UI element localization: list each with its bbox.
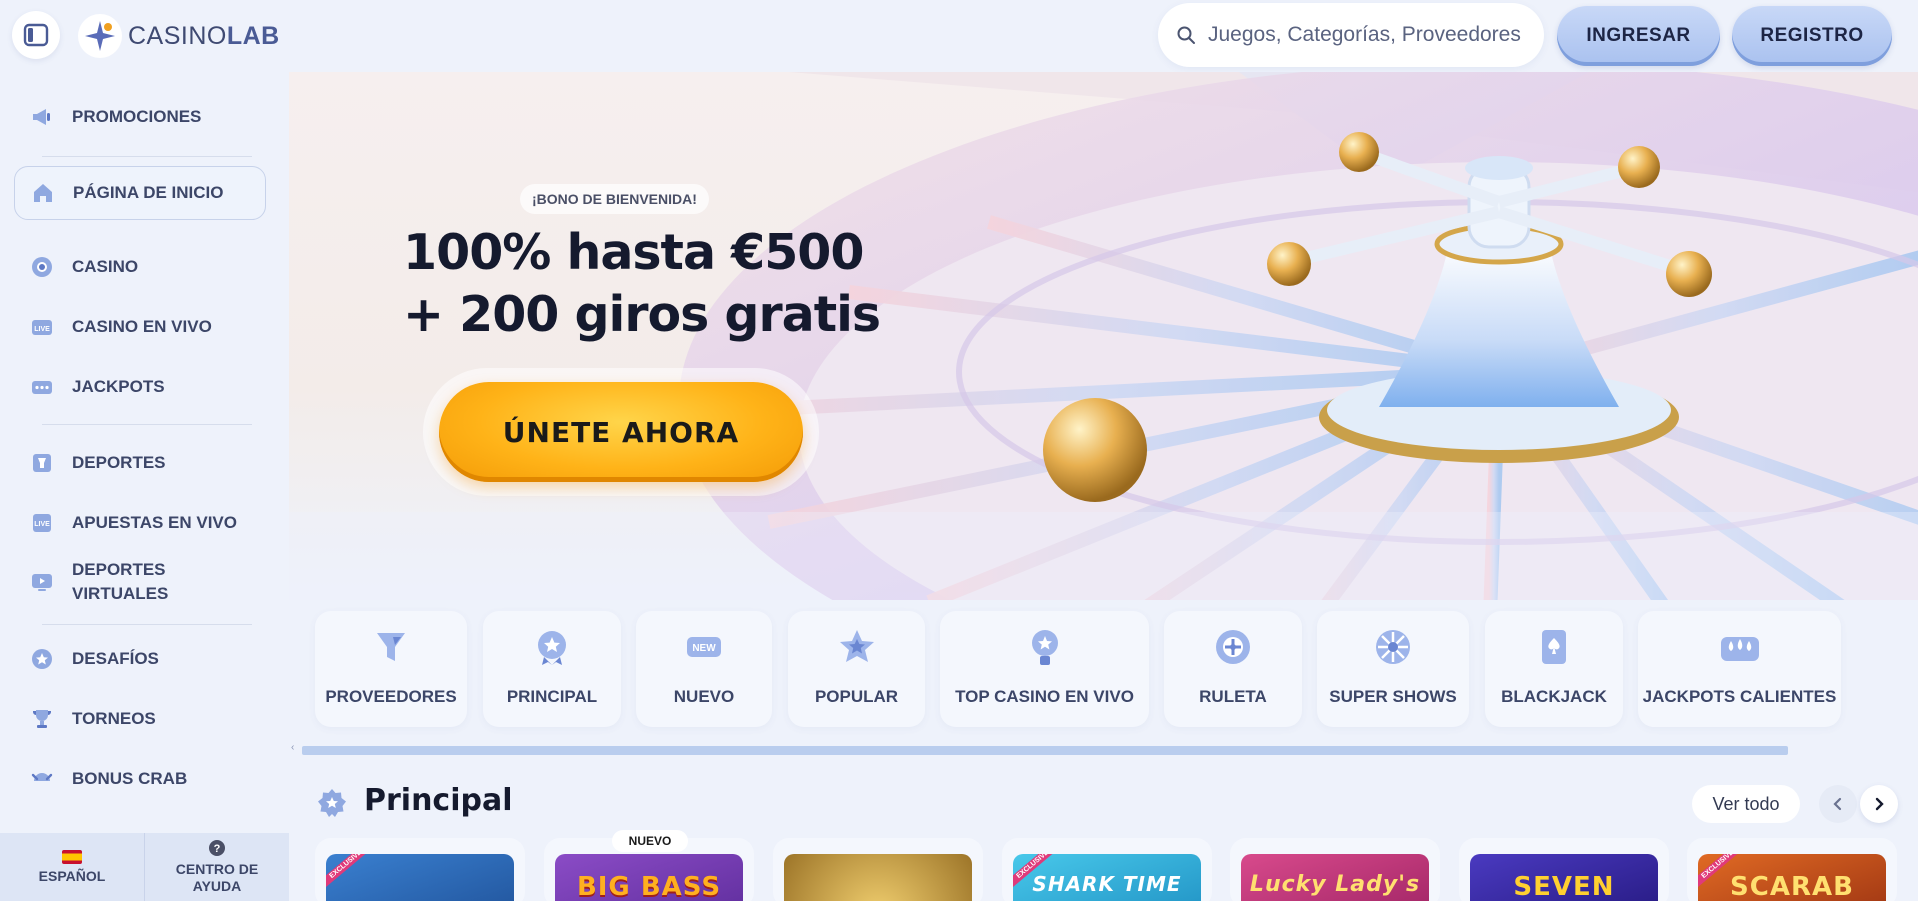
logo-text: CASINOLAB (128, 21, 280, 50)
welcome-bonus-badge: ¡BONO DE BIENVENIDA! (520, 184, 709, 214)
svg-text:?: ? (214, 843, 221, 855)
star-icon (835, 625, 879, 669)
live-bets-icon: LIVE (28, 509, 56, 537)
sidebar-item-desafios[interactable]: DESAFÍOS (14, 634, 266, 684)
category-proveedores[interactable]: PROVEEDORES (315, 611, 467, 727)
wheel-icon (1371, 625, 1415, 669)
category-scrollbar[interactable] (302, 746, 1788, 755)
search-box[interactable] (1158, 3, 1544, 67)
carousel-prev-button[interactable] (1819, 785, 1857, 823)
sidebar-divider (42, 624, 252, 625)
sidebar-item-casino-en-vivo[interactable]: LIVE CASINO EN VIVO (14, 302, 266, 352)
hero-title: 100% hasta €500 + 200 giros gratis (403, 224, 881, 343)
section-title: Principal (364, 783, 513, 818)
carousel-next-button[interactable] (1860, 785, 1898, 823)
help-icon: ? (209, 840, 225, 856)
game-thumbnail: Lucky Lady's (1241, 854, 1429, 901)
new-icon: NEW (682, 625, 726, 669)
funnel-icon (369, 625, 413, 669)
chip-icon (28, 253, 56, 281)
game-thumbnail: EXCLUSIVE SCARAB (1698, 854, 1886, 901)
live-icon: LIVE (28, 313, 56, 341)
sports-icon (28, 449, 56, 477)
sidebar-item-jackpots[interactable]: JACKPOTS (14, 362, 266, 412)
sidebar-footer: ESPAÑOL ? CENTRO DE AYUDA (0, 833, 289, 901)
sidebar-item-deportes-virtuales[interactable]: DEPORTES VIRTUALES (14, 554, 266, 610)
search-input[interactable] (1208, 23, 1538, 47)
game-card[interactable]: SEVEN (1459, 838, 1669, 901)
category-ruleta[interactable]: RULETA (1164, 611, 1302, 727)
category-top-casino-en-vivo[interactable]: TOP CASINO EN VIVO (940, 611, 1149, 727)
search-icon (1177, 26, 1195, 44)
game-card[interactable] (773, 838, 983, 901)
sidebar-toggle-icon (23, 23, 49, 47)
medal-icon (1023, 625, 1067, 669)
category-popular[interactable]: POPULAR (788, 611, 925, 727)
crab-icon (28, 765, 56, 793)
roulette-icon (1211, 625, 1255, 669)
sidebar: PROMOCIONES PÁGINA DE INICIO CASINO LIVE… (0, 72, 289, 901)
spain-flag-icon (62, 849, 82, 864)
game-card[interactable]: EXCLUSIVE SHARK TIME (1002, 838, 1212, 901)
trophy-icon (28, 705, 56, 733)
jackpot-icon (28, 373, 56, 401)
hero-banner: ¡BONO DE BIENVENIDA! 100% hasta €500 + 2… (289, 72, 1918, 600)
sidebar-divider (42, 424, 252, 425)
badge-star-icon (530, 625, 574, 669)
game-thumbnail: BIG BASS (555, 854, 743, 901)
game-thumbnail: SEVEN (1470, 854, 1658, 901)
sidebar-item-inicio[interactable]: PÁGINA DE INICIO (14, 166, 266, 220)
join-now-button[interactable]: ÚNETE AHORA (439, 382, 803, 482)
megaphone-icon (28, 103, 56, 131)
game-thumbnail (784, 854, 972, 901)
game-thumbnail: EXCLUSIVE (326, 854, 514, 901)
sidebar-toggle-button[interactable] (12, 11, 60, 59)
svg-text:LIVE: LIVE (34, 326, 50, 333)
scroll-left-indicator: ‹ (291, 742, 295, 753)
sidebar-item-apuestas-en-vivo[interactable]: LIVE APUESTAS EN VIVO (14, 498, 266, 548)
register-button[interactable]: REGISTRO (1732, 6, 1892, 66)
category-principal[interactable]: PRINCIPAL (483, 611, 621, 727)
exclusive-badge: EXCLUSIVE (326, 854, 375, 890)
card-icon (1532, 625, 1576, 669)
virtual-sports-icon (28, 568, 56, 596)
category-super-shows[interactable]: SUPER SHOWS (1317, 611, 1469, 727)
sidebar-item-deportes[interactable]: DEPORTES (14, 438, 266, 488)
game-card[interactable]: Lucky Lady's (1230, 838, 1440, 901)
new-badge: NUEVO (612, 830, 688, 852)
sidebar-item-promociones[interactable]: PROMOCIONES (14, 92, 266, 142)
sidebar-divider (42, 156, 252, 157)
home-icon (29, 179, 57, 207)
login-button[interactable]: INGRESAR (1557, 6, 1720, 66)
challenge-icon (28, 645, 56, 673)
view-all-button[interactable]: Ver todo (1692, 785, 1800, 823)
logo[interactable]: CASINOLAB (78, 14, 280, 58)
game-thumbnail: EXCLUSIVE SHARK TIME (1013, 854, 1201, 901)
sidebar-item-casino[interactable]: CASINO (14, 242, 266, 292)
header: CASINOLAB INGRESAR REGISTRO (0, 0, 1918, 72)
logo-star-icon (78, 14, 122, 58)
drops-icon (1718, 625, 1762, 669)
game-card[interactable]: EXCLUSIVE SCARAB (1687, 838, 1897, 901)
chevron-right-icon (1875, 797, 1884, 811)
game-card[interactable]: EXCLUSIVE (315, 838, 525, 901)
chevron-left-icon (1833, 797, 1842, 811)
category-blackjack[interactable]: BLACKJACK (1485, 611, 1623, 727)
sidebar-item-torneos[interactable]: TORNEOS (14, 694, 266, 744)
help-center-link[interactable]: ? CENTRO DE AYUDA (144, 833, 289, 901)
sidebar-item-bonus-crab[interactable]: BONUS CRAB (14, 754, 266, 804)
category-jackpots-calientes[interactable]: JACKPOTS CALIENTES (1638, 611, 1841, 727)
principal-section-icon (318, 789, 346, 817)
category-nuevo[interactable]: NEW NUEVO (636, 611, 772, 727)
language-selector[interactable]: ESPAÑOL (0, 833, 144, 901)
svg-text:NEW: NEW (692, 643, 716, 654)
svg-text:LIVE: LIVE (34, 521, 50, 528)
